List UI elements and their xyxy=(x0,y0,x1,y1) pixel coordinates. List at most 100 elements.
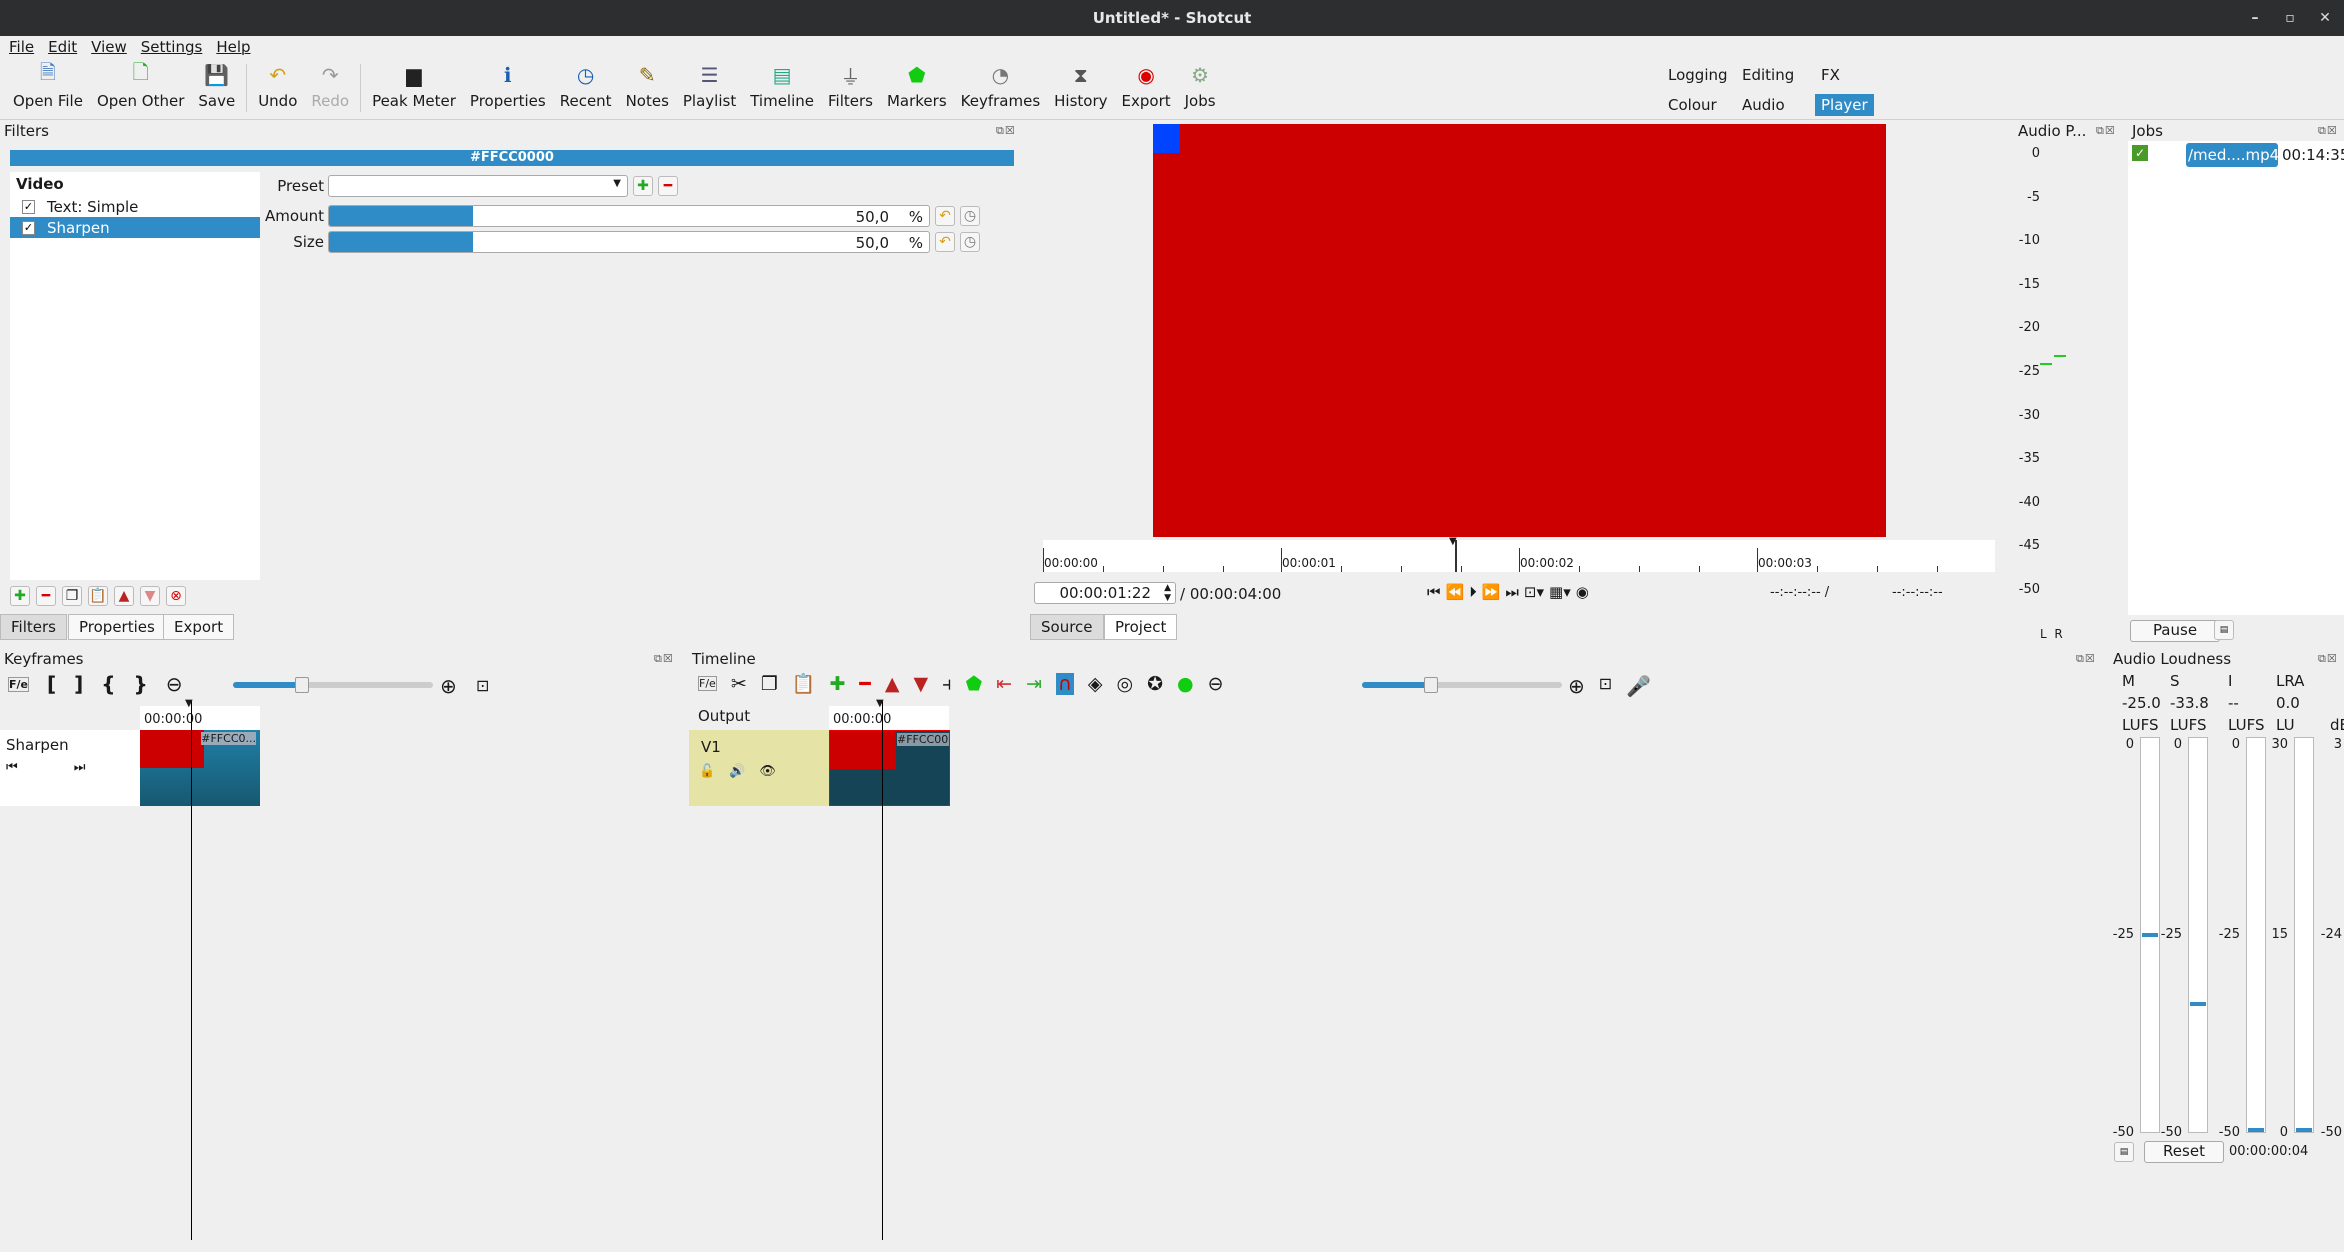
jobs-button[interactable]: ⚙ Jobs xyxy=(1178,58,1223,118)
close-button[interactable]: ✕ xyxy=(2310,0,2340,36)
spinner-arrows-icon[interactable]: ▲ ▼ xyxy=(1164,583,1171,603)
zoom-out-icon[interactable]: ⊖ xyxy=(1208,673,1224,695)
reset-param-icon[interactable]: ↶ xyxy=(935,206,955,226)
preset-combobox[interactable]: ▼ xyxy=(328,175,628,197)
dock-float-close-icons[interactable]: ⧉☒ xyxy=(2318,124,2338,138)
grid-menu-icon[interactable]: ▦▾ xyxy=(1549,583,1571,601)
ripple-markers-icon[interactable]: ● xyxy=(1177,673,1194,695)
zoom-menu-icon[interactable]: ⊡▾ xyxy=(1524,583,1544,601)
ripple-icon[interactable]: ◎ xyxy=(1117,673,1134,695)
copy-filter-button[interactable]: ❐ xyxy=(62,586,82,606)
recent-button[interactable]: ◷ Recent xyxy=(553,58,619,118)
loudness-menu-button[interactable]: ▤ xyxy=(2114,1142,2134,1162)
skip-next-icon[interactable]: ⏭ xyxy=(1505,583,1519,601)
notes-button[interactable]: ✎ Notes xyxy=(619,58,676,118)
layout-editing[interactable]: Editing xyxy=(1736,64,1800,86)
timeline-button[interactable]: ▤ Timeline xyxy=(743,58,821,118)
maximize-button[interactable]: ▫ xyxy=(2275,0,2305,36)
keyframes-menu-icon[interactable]: F/e xyxy=(8,676,29,692)
zoom-fit-icon[interactable]: ⊡ xyxy=(476,676,489,695)
tab-source[interactable]: Source xyxy=(1030,614,1104,640)
play-icon[interactable]: ⏵ xyxy=(1469,583,1477,601)
param-slider[interactable]: 50,0% xyxy=(328,205,930,227)
cut-icon[interactable]: ✂ xyxy=(731,673,747,695)
menu-settings[interactable]: Settings xyxy=(141,36,203,58)
history-button[interactable]: ⧗ History xyxy=(1047,58,1114,118)
seek-start-icon[interactable]: [ xyxy=(47,672,56,696)
reset-param-icon[interactable]: ↶ xyxy=(935,232,955,252)
peak-meter-button[interactable]: ▆ Peak Meter xyxy=(365,58,463,118)
timeline-menu-icon[interactable]: F/e xyxy=(698,676,717,691)
paste-icon[interactable]: 📋 xyxy=(792,672,816,695)
next-keyframe-button[interactable]: ⏭ xyxy=(74,760,86,775)
undo-button[interactable]: ↶ Undo xyxy=(251,58,304,118)
export-button[interactable]: ◉ Export xyxy=(1115,58,1178,118)
slider-handle[interactable] xyxy=(295,677,309,693)
scrub-icon[interactable]: ◈ xyxy=(1088,673,1103,695)
open-file-button[interactable]: 🗎 Open File xyxy=(6,58,90,118)
tab-export[interactable]: Export xyxy=(163,614,235,640)
player-ruler[interactable]: 00:00:00 00:00:01 00:00:02 00:00:03 ▼ xyxy=(1043,536,1995,572)
split-icon[interactable]: ⫞ xyxy=(942,673,952,695)
tab-properties[interactable]: Properties xyxy=(68,614,166,640)
dock-float-close-icons[interactable]: ⧉☒ xyxy=(654,652,674,666)
prev-marker-icon[interactable]: ⇤ xyxy=(996,673,1012,695)
marker-icon[interactable]: ⬟ xyxy=(966,673,983,695)
layout-fx[interactable]: FX xyxy=(1815,64,1846,86)
overwrite-icon[interactable]: ▼ xyxy=(913,673,928,695)
move-down-button[interactable]: ▼ xyxy=(140,586,160,606)
add-filter-button[interactable]: ✚ xyxy=(10,586,30,606)
keyframe-param-icon[interactable]: ◷ xyxy=(960,232,980,252)
zoom-in-icon[interactable]: ⊕ xyxy=(440,674,457,698)
timeline-ruler[interactable]: 00:00:00 xyxy=(829,706,949,730)
lift-icon[interactable]: ▲ xyxy=(885,673,900,695)
record-audio-icon[interactable]: 🎤 xyxy=(1626,674,1651,698)
fast-forward-icon[interactable]: ⏩ xyxy=(1482,583,1501,601)
zoom-in-icon[interactable]: ⊕ xyxy=(1568,674,1585,698)
next-marker-icon[interactable]: ⇥ xyxy=(1026,673,1042,695)
dock-float-close-icons[interactable]: ⧉☒ xyxy=(2318,652,2338,666)
delete-preset-button[interactable]: ━ xyxy=(658,176,678,196)
keyframes-clip[interactable]: #FFCC0... xyxy=(140,730,260,806)
menu-edit[interactable]: Edit xyxy=(48,36,77,58)
filter-checkbox[interactable]: ✓ xyxy=(22,199,35,214)
prev-keyframe-button[interactable]: ⏮ xyxy=(6,760,18,775)
rewind-icon[interactable]: ⏪ xyxy=(1446,583,1465,601)
dock-float-close-icons[interactable]: ⧉☒ xyxy=(2096,124,2116,138)
filters-button[interactable]: ⏚ Filters xyxy=(821,58,880,118)
paste-filter-button[interactable]: 📋 xyxy=(88,586,108,606)
param-slider[interactable]: 50,0% xyxy=(328,231,930,253)
job-name[interactable]: /med....mp4 xyxy=(2186,143,2279,167)
layout-player[interactable]: Player xyxy=(1815,94,1874,116)
mute-icon[interactable]: 🔊 xyxy=(729,764,745,779)
position-timecode-input[interactable]: 00:00:01:22 ▲ ▼ xyxy=(1034,582,1176,604)
menu-help[interactable]: Help xyxy=(216,36,250,58)
zoom-fit-icon[interactable]: ⊡ xyxy=(1599,674,1612,698)
save-preset-button[interactable]: ✚ xyxy=(633,176,653,196)
layout-audio[interactable]: Audio xyxy=(1736,94,1791,116)
move-up-button[interactable]: ▲ xyxy=(114,586,134,606)
track-header-v1[interactable]: V1 🔓 🔊 👁 xyxy=(689,730,829,806)
dock-float-close-icons[interactable]: ⧉☒ xyxy=(996,124,1016,138)
playhead[interactable] xyxy=(191,700,192,1240)
prev-keyframe-icon[interactable]: { xyxy=(101,672,115,696)
menu-view[interactable]: View xyxy=(91,36,127,58)
lock-icon[interactable]: 🔓 xyxy=(699,764,715,779)
jobs-menu-button[interactable]: ▤ xyxy=(2214,620,2234,640)
snap-icon[interactable]: ∩ xyxy=(1055,672,1074,695)
skip-previous-icon[interactable]: ⏮ xyxy=(1427,583,1441,601)
playhead[interactable] xyxy=(882,700,883,1240)
markers-button[interactable]: ⬟ Markers xyxy=(880,58,954,118)
next-keyframe-icon[interactable]: } xyxy=(134,672,148,696)
append-icon[interactable]: ✚ xyxy=(829,673,845,695)
layout-logging[interactable]: Logging xyxy=(1662,64,1734,86)
playlist-button[interactable]: ☰ Playlist xyxy=(676,58,743,118)
hide-icon[interactable]: 👁 xyxy=(759,764,776,779)
properties-button[interactable]: ℹ Properties xyxy=(463,58,553,118)
deselect-filter-button[interactable]: ⊗ xyxy=(166,586,186,606)
ripple-all-icon[interactable]: ✪ xyxy=(1147,673,1163,695)
param-value[interactable]: 50,0 xyxy=(856,208,889,226)
tab-project[interactable]: Project xyxy=(1104,614,1178,640)
timeline-clip[interactable]: #FFCC0000 xyxy=(829,730,950,806)
zoom-out-icon[interactable]: ⊖ xyxy=(166,672,183,696)
